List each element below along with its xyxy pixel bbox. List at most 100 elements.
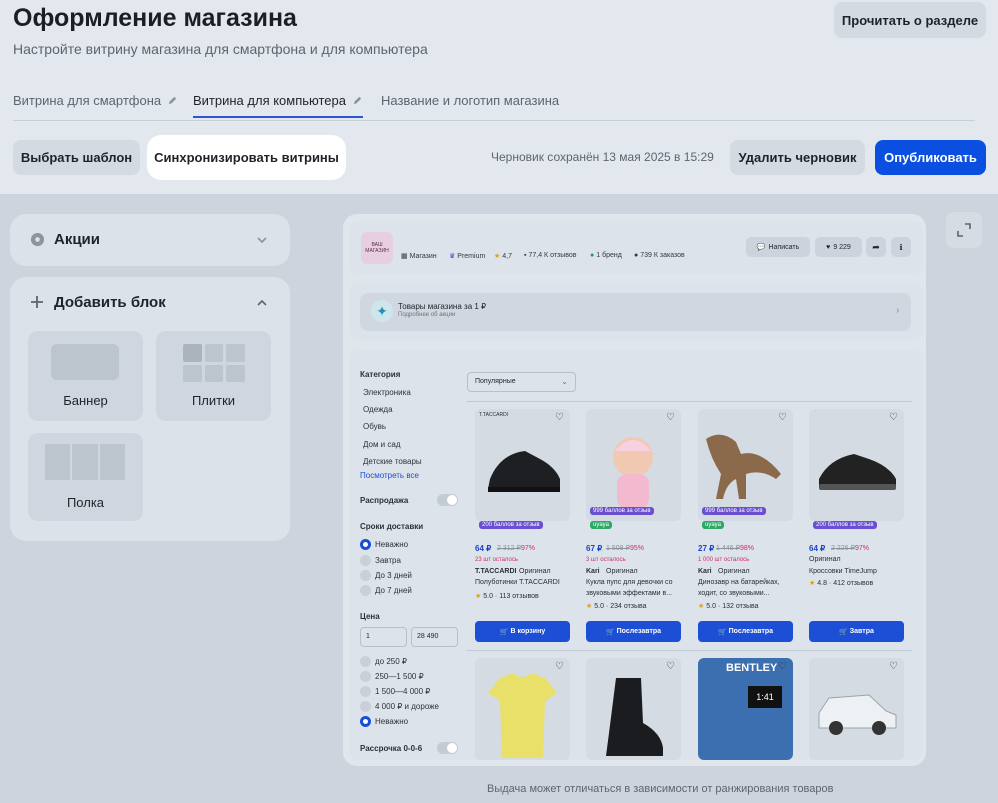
old-price: 2 312 ₽	[497, 545, 521, 552]
write-message-button[interactable]: 💬 Написать	[746, 237, 810, 257]
delivery-option: Завтра	[375, 556, 401, 565]
category-item[interactable]: Одежда	[363, 405, 393, 414]
price-radio[interactable]	[360, 686, 371, 697]
brand-name: Kari	[586, 568, 600, 575]
favorite-icon[interactable]: ♡	[555, 412, 564, 423]
delivery-radio[interactable]	[360, 570, 371, 581]
stock-left: 3 шт осталось	[586, 557, 626, 563]
basket-icon: 🛒	[605, 628, 615, 636]
promotions-accordion[interactable]: Акции	[10, 214, 290, 266]
chip-text: 77,4 К отзывов	[528, 252, 577, 259]
price-to-input[interactable]: 28 490	[411, 627, 458, 647]
shop-icon: ▦	[401, 253, 408, 260]
stock-left: 23 шт осталось	[475, 557, 518, 563]
favorite-icon[interactable]: ♡	[778, 412, 787, 423]
shelf-icon	[45, 444, 125, 480]
chat-icon: 💬	[756, 244, 766, 251]
add-to-cart-button[interactable]: 🛒 Послезавтра	[698, 621, 793, 642]
installment-toggle[interactable]	[437, 742, 458, 754]
fullscreen-button[interactable]	[946, 212, 982, 248]
delivery-radio[interactable]	[360, 585, 371, 596]
share-button[interactable]: ➦	[866, 237, 886, 257]
old-price: 1 446 ₽	[716, 545, 740, 552]
product-card[interactable]: 999 баллов за отзыв uyaya 67 ₽ 1 508 ₽ 9…	[586, 409, 681, 644]
product-rating: ★ 5.0 · 234 отзыва	[586, 603, 647, 610]
ranking-disclaimer: Выдача может отличаться в зависимости от…	[487, 783, 834, 795]
tshirt-illustration	[488, 673, 557, 758]
publish-button[interactable]: Опубликовать	[875, 140, 986, 175]
shelf-block-tile[interactable]: Полка	[28, 433, 143, 521]
chip-text: Premium	[457, 252, 486, 260]
promo-title: Товары магазина за 1 ₽	[398, 302, 487, 311]
product-rating: ★ 5.0 · 113 отзывов	[475, 593, 539, 600]
star-icon: ★	[475, 593, 482, 600]
price-radio[interactable]	[360, 701, 371, 712]
info-button[interactable]: ℹ	[891, 237, 911, 257]
brand-name: T.TACCARDI	[475, 568, 517, 575]
category-item[interactable]: Детские товары	[363, 457, 422, 466]
shoe-illustration	[488, 451, 560, 492]
price-radio[interactable]	[360, 656, 371, 667]
crown-icon: ♛	[449, 253, 456, 260]
points-badge: 999 баллов за отзыв	[590, 507, 654, 515]
favorite-icon[interactable]: ♡	[666, 661, 675, 672]
tiles-block-tile[interactable]: Плитки	[156, 331, 271, 421]
promo-banner[interactable]: ✦ Товары магазина за 1 ₽ Подробнее об ак…	[349, 283, 923, 340]
product-image[interactable]	[809, 658, 904, 760]
cart-label: В корзину	[510, 628, 546, 635]
category-item[interactable]: Дом и сад	[363, 440, 401, 449]
favorite-icon[interactable]: ♡	[778, 661, 787, 672]
promo-subtitle: Подробнее об акции	[398, 312, 456, 318]
read-about-section-button[interactable]: Прочитать о разделе	[834, 2, 986, 38]
product-card[interactable]: 200 баллов за отзыв 64 ₽ 2 226 ₽ 97% Ори…	[809, 409, 904, 644]
add-to-cart-button[interactable]: 🛒 В корзину	[475, 621, 570, 642]
delivery-radio[interactable]	[360, 555, 371, 566]
choose-template-button[interactable]: Выбрать шаблон	[13, 140, 140, 175]
sale-label: Распродажа	[360, 496, 409, 505]
product-name: Полуботинки T.TACCARDI	[475, 579, 560, 586]
page-title: Оформление магазина	[13, 4, 297, 32]
reviews-count: 113 отзывов	[499, 593, 539, 600]
tab-store-name-label: Название и логотип магазина	[381, 93, 560, 108]
add-to-cart-button[interactable]: 🛒 Завтра	[809, 621, 904, 642]
chevron-up-icon[interactable]	[256, 297, 268, 309]
like-store-button[interactable]: ♥ 9 229	[815, 237, 862, 257]
price-radio[interactable]	[360, 671, 371, 682]
delete-draft-button[interactable]: Удалить черновик	[730, 140, 865, 175]
add-to-cart-button[interactable]: 🛒 Послезавтра	[586, 621, 681, 642]
sale-toggle[interactable]	[437, 494, 458, 506]
chip-text: 4,7	[502, 252, 513, 260]
stock-left: 1 000 шт осталось	[698, 557, 750, 563]
cart-label: Послезавтра	[616, 628, 662, 635]
original-tag: Оригинал	[718, 568, 750, 575]
price-radio[interactable]	[360, 716, 371, 727]
rating-value: 5.0	[706, 603, 716, 610]
product-card[interactable]: 999 баллов за отзыв uyaya 27 ₽ 1 446 ₽ 9…	[698, 409, 793, 644]
product-price: 64 ₽	[475, 544, 492, 553]
price-from-input[interactable]: 1	[360, 627, 407, 647]
favorite-icon[interactable]: ♡	[889, 412, 898, 423]
sync-showcases-button[interactable]: Синхронизировать витрины	[153, 141, 340, 174]
product-name-line2: ходит, со звуковыми...	[698, 590, 770, 597]
reviews-icon: ▪	[524, 252, 527, 259]
sort-select[interactable]: Популярные ⌄	[467, 372, 576, 392]
category-item[interactable]: Обувь	[363, 422, 386, 431]
favorite-icon[interactable]: ♡	[889, 661, 898, 672]
tab-smartphone-label: Витрина для смартфона	[13, 93, 162, 108]
banner-block-tile[interactable]: Баннер	[28, 331, 143, 421]
tab-smartphone[interactable]: Витрина для смартфона	[13, 93, 178, 108]
product-image[interactable]	[586, 658, 681, 760]
show-all-link[interactable]: Посмотреть все	[360, 471, 419, 480]
original-tag: Оригинал	[519, 568, 551, 575]
favorite-icon[interactable]: ♡	[666, 412, 675, 423]
chevron-down-icon: ⌄	[561, 377, 568, 386]
favorite-icon[interactable]: ♡	[555, 661, 564, 672]
product-image[interactable]: BENTLEY 1:41	[698, 658, 793, 760]
delivery-radio[interactable]	[360, 539, 371, 550]
tab-desktop[interactable]: Витрина для компьютера	[193, 93, 363, 118]
product-card[interactable]: T.TACCARDI 200 баллов за отзыв 64 ₽ 2 31…	[475, 409, 570, 644]
category-item[interactable]: Электроника	[363, 388, 411, 397]
reviews-count: 234 отзыва	[610, 603, 647, 610]
tab-store-name-logo[interactable]: Название и логотип магазина	[381, 93, 559, 108]
product-image[interactable]	[475, 658, 570, 760]
